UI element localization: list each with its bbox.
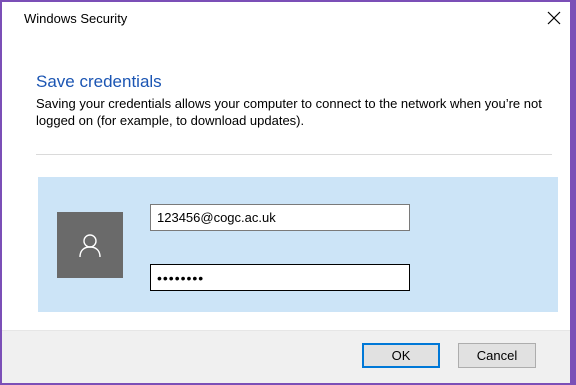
dialog-heading: Save credentials: [36, 72, 162, 91]
username-field[interactable]: [150, 204, 410, 231]
window-title: Windows Security: [24, 11, 128, 26]
credential-tile: [38, 177, 558, 312]
title-bar: Windows Security: [2, 2, 570, 32]
user-icon: [79, 234, 101, 258]
ok-button[interactable]: OK: [362, 343, 440, 368]
avatar: [57, 212, 123, 278]
close-icon: [547, 11, 561, 25]
divider: [36, 154, 552, 155]
button-bar: OK Cancel: [2, 330, 570, 383]
cancel-button[interactable]: Cancel: [458, 343, 536, 368]
close-button[interactable]: [540, 6, 568, 30]
password-field[interactable]: [150, 264, 410, 291]
dialog-description: Saving your credentials allows your comp…: [36, 96, 542, 128]
windows-security-dialog: Windows Security Save credentials Saving…: [0, 0, 576, 385]
